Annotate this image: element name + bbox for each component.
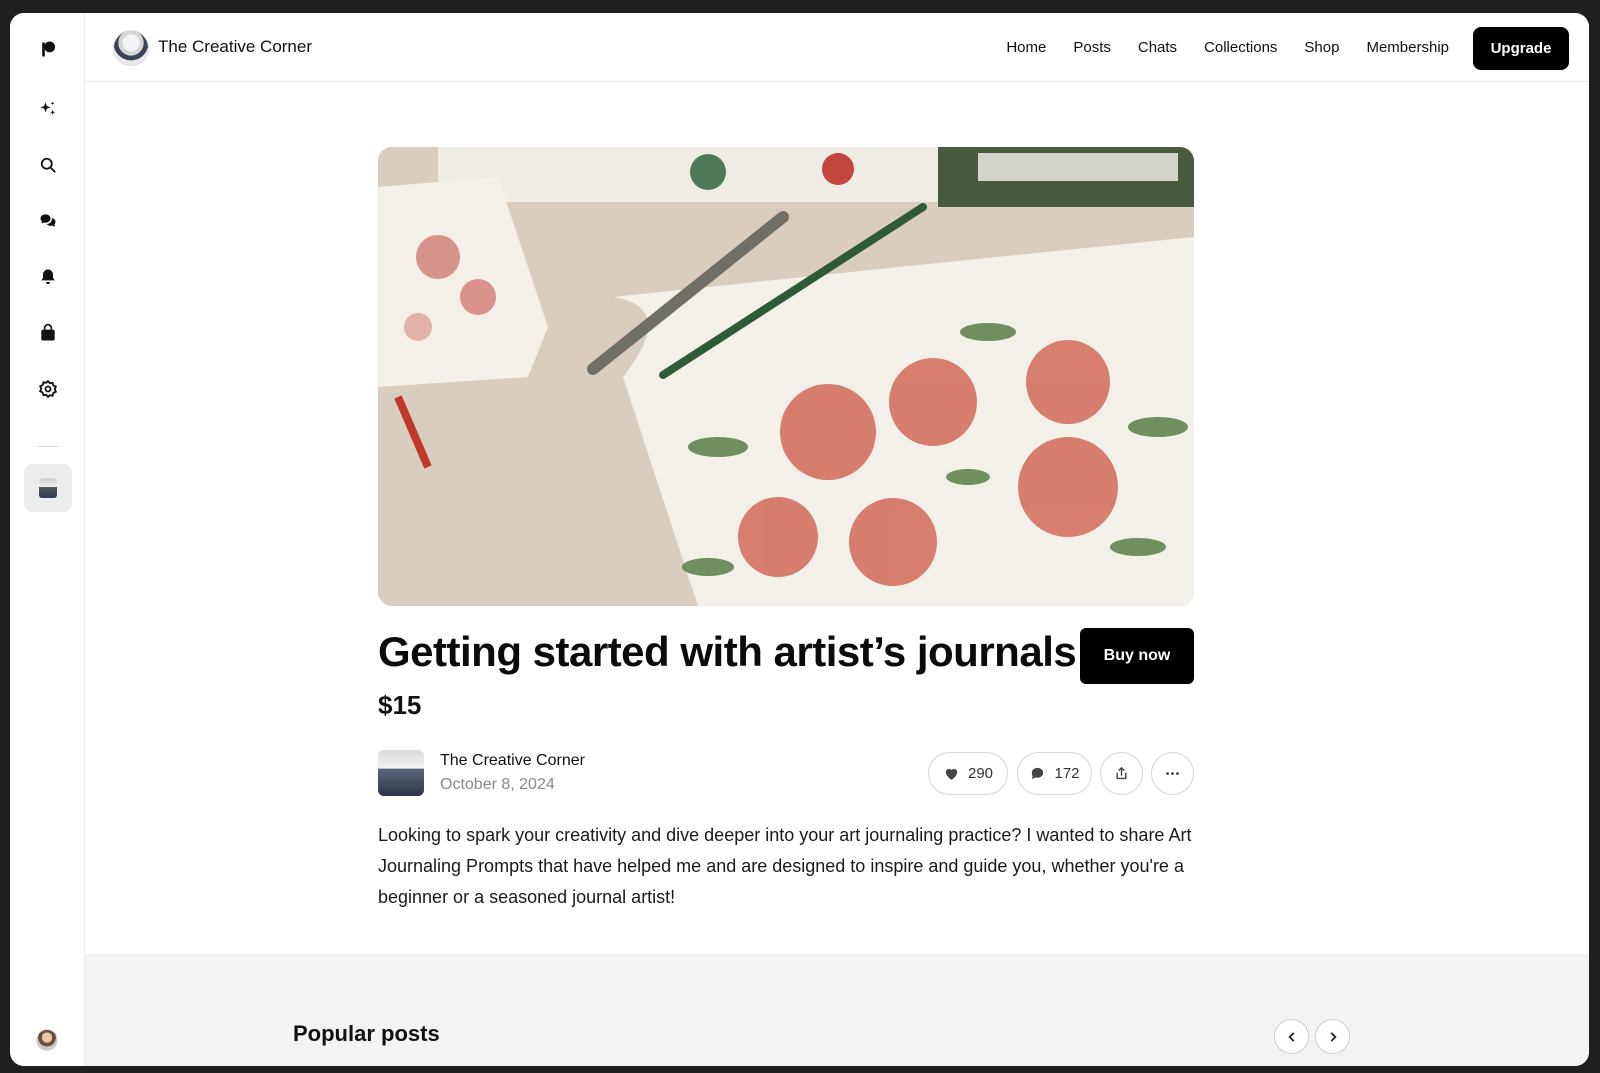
main-content: Getting started with artist’s journals B… [85, 83, 1589, 1066]
post-body: Looking to spark your creativity and div… [378, 825, 1192, 907]
comment-icon [1032, 767, 1044, 780]
carousel-prev-button[interactable] [1274, 1019, 1309, 1054]
upgrade-button[interactable]: Upgrade [1473, 27, 1569, 70]
sparkles-icon[interactable] [24, 85, 72, 133]
chat-bubbles-icon[interactable] [24, 197, 72, 245]
search-icon[interactable] [24, 141, 72, 189]
popular-posts-title: Popular posts [293, 1021, 440, 1046]
comment-count: 172 [1054, 765, 1080, 782]
app-window: The Creative Corner Home Posts Chats Col… [10, 13, 1589, 1066]
user-avatar[interactable] [36, 1029, 58, 1051]
rail-divider [37, 446, 59, 447]
nav-home[interactable]: Home [1006, 39, 1046, 56]
buy-now-button[interactable]: Buy now [1080, 628, 1194, 684]
nav-posts[interactable]: Posts [1073, 39, 1111, 56]
chevron-right-icon [1330, 1031, 1337, 1042]
shopping-bag-icon[interactable] [24, 309, 72, 357]
creator-page-button[interactable] [24, 464, 72, 512]
post-price: $15 [378, 690, 422, 720]
ellipsis-icon [1166, 772, 1179, 775]
author-avatar[interactable] [378, 750, 424, 796]
more-options-button[interactable] [1151, 752, 1194, 795]
nav-shop[interactable]: Shop [1304, 39, 1339, 56]
popular-posts-section: Popular posts [85, 954, 1589, 1066]
bell-icon[interactable] [24, 253, 72, 301]
carousel-next-button[interactable] [1315, 1019, 1350, 1054]
settings-gear-icon[interactable] [24, 365, 72, 413]
main-nav: Home Posts Chats Collections Shop Member… [1006, 39, 1449, 56]
share-button[interactable] [1100, 752, 1143, 795]
like-count: 290 [967, 765, 994, 782]
creator-name[interactable]: The Creative Corner [158, 37, 312, 57]
heart-icon [945, 768, 958, 780]
left-rail [10, 13, 85, 1066]
like-button[interactable]: 290 [928, 752, 1008, 795]
top-bar: The Creative Corner Home Posts Chats Col… [85, 13, 1589, 82]
nav-membership[interactable]: Membership [1366, 39, 1449, 56]
creator-avatar[interactable] [113, 30, 149, 66]
post-title: Getting started with artist’s journals [378, 628, 1077, 675]
chevron-left-icon [1287, 1031, 1294, 1042]
creator-avatar [39, 478, 57, 498]
nav-chats[interactable]: Chats [1138, 39, 1177, 56]
comment-button[interactable]: 172 [1017, 752, 1092, 795]
patreon-logo-icon[interactable] [24, 25, 72, 73]
share-icon [1116, 766, 1127, 780]
nav-collections[interactable]: Collections [1204, 39, 1277, 56]
post-date: October 8, 2024 [440, 776, 555, 793]
author-name[interactable]: The Creative Corner [440, 752, 585, 770]
post-cover-image [378, 147, 1194, 606]
